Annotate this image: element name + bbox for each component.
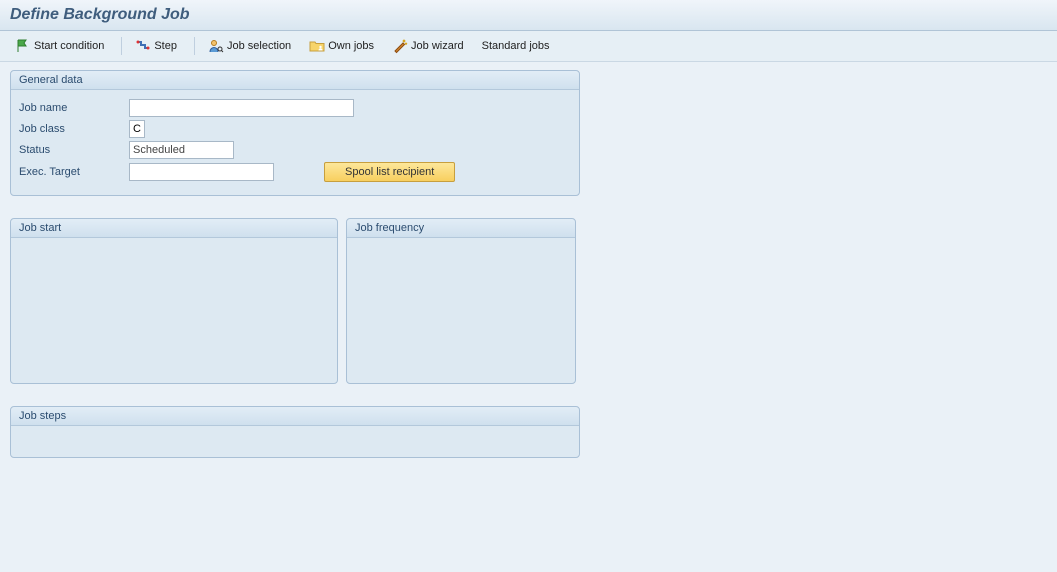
field-row: Job class [19,120,571,138]
exec-target-input[interactable] [129,163,274,181]
toolbar-separator [194,37,195,55]
status-field [129,141,234,159]
standard-jobs-label: Standard jobs [482,40,550,52]
own-jobs-button[interactable]: Own jobs [304,35,383,57]
application-toolbar: Start condition Step Job selection Own j… [0,31,1057,62]
job-start-panel: Job start [10,218,338,384]
general-data-panel: General data Job name Job class Status E… [10,70,580,196]
spool-list-recipient-button[interactable]: Spool list recipient [324,162,455,182]
job-frequency-body [347,238,575,254]
job-name-input[interactable] [129,99,354,117]
flag-icon [15,38,31,54]
wizard-icon [392,38,408,54]
standard-jobs-button[interactable]: Standard jobs [477,37,559,55]
field-row: Exec. Target Spool list recipient [19,162,571,182]
job-start-header: Job start [11,219,337,238]
start-condition-label: Start condition [34,40,104,52]
start-condition-button[interactable]: Start condition [10,35,113,57]
job-wizard-button[interactable]: Job wizard [387,35,473,57]
general-data-body: Job name Job class Status Exec. Target S… [11,90,579,195]
own-jobs-label: Own jobs [328,40,374,52]
job-steps-panel: Job steps [10,406,580,458]
step-button[interactable]: Step [130,35,186,57]
job-class-input[interactable] [129,120,145,138]
field-row: Status [19,141,571,159]
step-label: Step [154,40,177,52]
job-frequency-panel: Job frequency [346,218,576,384]
content-area: General data Job name Job class Status E… [0,62,1057,488]
start-frequency-row: Job start Job frequency [10,218,1047,406]
job-selection-label: Job selection [227,40,291,52]
job-wizard-label: Job wizard [411,40,464,52]
title-bar: Define Background Job [0,0,1057,31]
job-class-label: Job class [19,123,129,135]
exec-target-label: Exec. Target [19,166,129,178]
status-label: Status [19,144,129,156]
general-data-header: General data [11,71,579,90]
page-title: Define Background Job [10,6,1047,24]
job-start-body [11,238,337,254]
job-name-label: Job name [19,102,129,114]
job-selection-button[interactable]: Job selection [203,35,300,57]
toolbar-separator [121,37,122,55]
job-frequency-header: Job frequency [347,219,575,238]
field-row: Job name [19,99,571,117]
job-steps-header: Job steps [11,407,579,426]
person-search-icon [208,38,224,54]
step-icon [135,38,151,54]
folder-person-icon [309,38,325,54]
job-steps-body [11,426,579,442]
